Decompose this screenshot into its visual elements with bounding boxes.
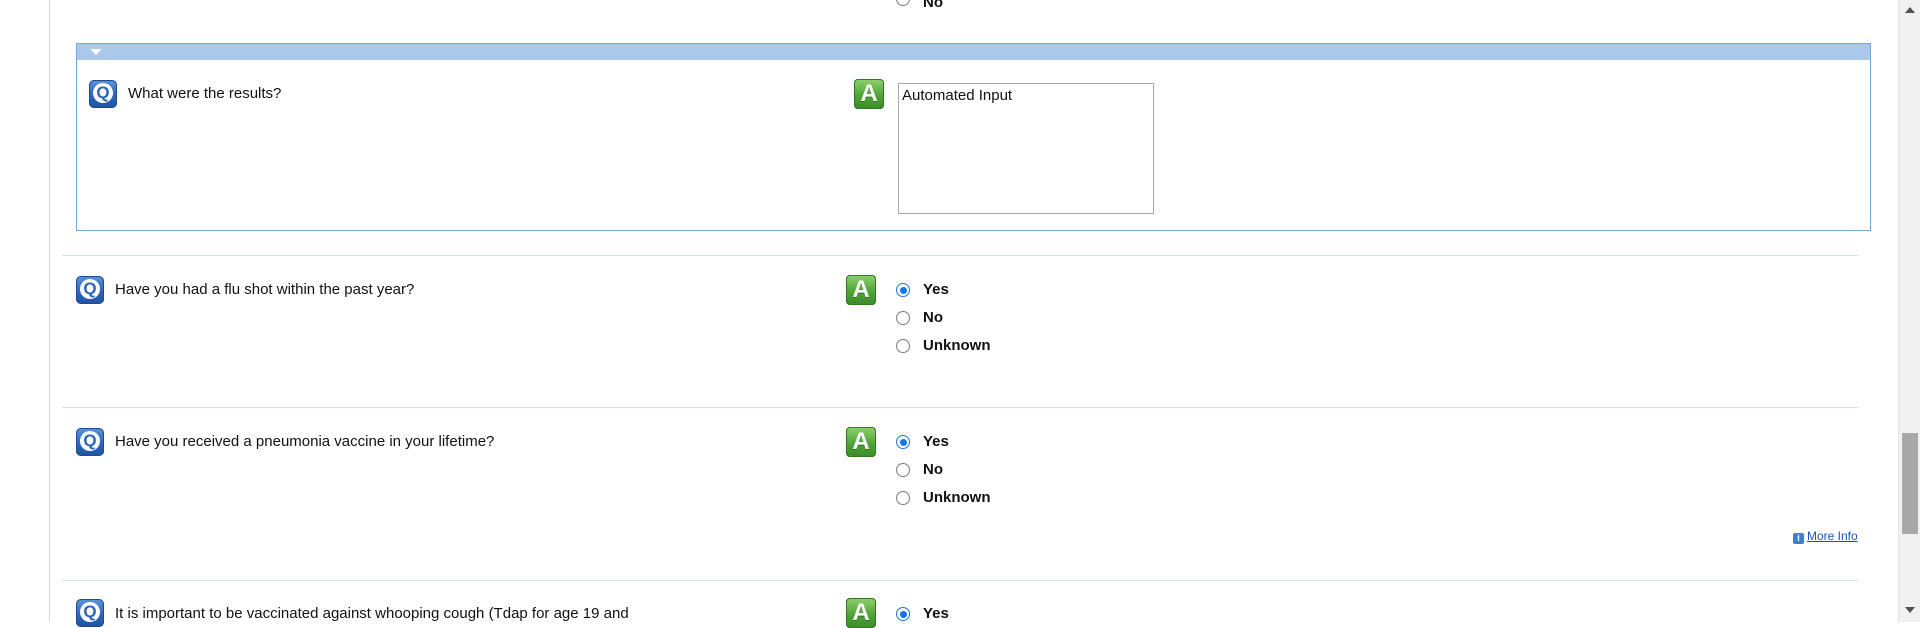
answer-icon: A [854,79,884,109]
scrollbar-thumb[interactable] [1902,433,1918,534]
row-separator [62,580,1859,581]
radio-no-previous[interactable] [896,0,910,6]
question-icon: Q [76,428,104,456]
answer-icon: A [846,275,876,305]
row-separator [62,407,1859,408]
radio-label-pneumonia-no: No [923,461,943,478]
radio-label-pneumonia-yes: Yes [923,433,949,450]
answer-icon: A [846,427,876,457]
content-left-border [49,0,50,622]
more-info-label: More Info [1807,529,1858,543]
radio-label-flu-yes: Yes [923,281,949,298]
radio-label-tdap-yes: Yes [923,605,949,622]
radio-tdap-yes[interactable] [896,607,910,621]
vertical-scrollbar[interactable] [1898,0,1920,622]
radio-label-no-previous: No [923,0,943,11]
radio-pneumonia-yes[interactable] [896,435,910,449]
subpanel-header[interactable] [77,44,1870,60]
radio-flu-no[interactable] [896,311,910,325]
question-text-results: What were the results? [128,85,282,102]
radio-label-pneumonia-unknown: Unknown [923,489,991,506]
radio-label-flu-unknown: Unknown [923,337,991,354]
radio-flu-unknown[interactable] [896,339,910,353]
info-icon: i [1793,533,1804,544]
question-text-whooping-cough: It is important to be vaccinated against… [115,605,629,622]
radio-flu-yes[interactable] [896,283,910,297]
question-text-pneumonia: Have you received a pneumonia vaccine in… [115,433,495,450]
question-icon: Q [76,276,104,304]
question-icon: Q [76,599,104,627]
collapse-arrow-icon[interactable] [90,49,102,55]
question-icon: Q [89,80,117,108]
more-info-link[interactable]: i More Info [1793,529,1858,544]
answer-icon: A [846,598,876,628]
question-text-flu-shot: Have you had a flu shot within the past … [115,281,415,298]
radio-label-flu-no: No [923,309,943,326]
radio-pneumonia-unknown[interactable] [896,491,910,505]
results-textarea[interactable]: Automated Input [898,83,1154,214]
scroll-up-arrow-icon[interactable] [1905,7,1915,13]
form-page: No Q What were the results? A Automated … [0,0,1898,628]
radio-pneumonia-no[interactable] [896,463,910,477]
scroll-down-arrow-icon[interactable] [1905,607,1915,613]
row-separator [62,255,1859,256]
